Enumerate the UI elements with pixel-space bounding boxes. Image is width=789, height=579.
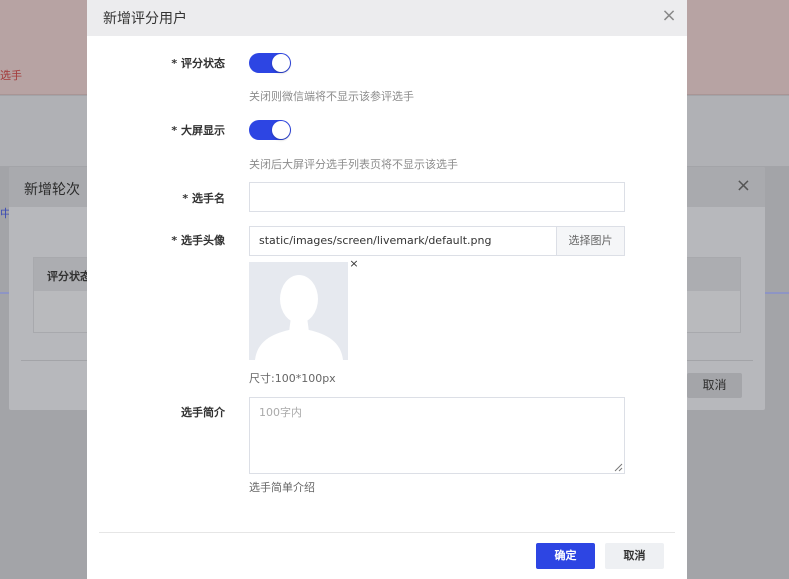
player-intro-hint: 选手简单介绍 [249,481,315,494]
player-name-label: * 选手名 [182,192,225,205]
player-name-input[interactable] [249,182,625,212]
footer-divider [99,532,675,533]
avatar-preview [249,262,348,360]
screen-display-label: * 大屏显示 [171,124,225,137]
avatar-path-input[interactable]: static/images/screen/livemark/default.pn… [249,226,557,256]
score-status-label: * 评分状态 [171,57,225,70]
switch-knob [272,121,290,139]
select-image-button[interactable]: 选择图片 [556,226,625,256]
background-dialog-title: 新增轮次 [24,182,80,198]
dialog-title: 新增评分用户 [103,11,187,27]
dialog-header: 新增评分用户 × [87,0,687,36]
avatar-size-hint: 尺寸:100*100px [249,372,336,385]
background-cancel-button: 取消 [687,373,742,398]
score-status-hint: 关闭则微信端将不显示该参评选手 [249,90,414,103]
switch-knob [272,54,290,72]
background-close-icon: × [735,175,751,196]
player-intro-textarea[interactable]: 100字内 [249,397,625,474]
screen-display-switch[interactable] [249,120,291,140]
screen-display-hint: 关闭后大屏评分选手列表页将不显示该选手 [249,158,458,171]
player-intro-label: 选手简介 [181,406,225,419]
add-score-user-dialog: 新增评分用户 × * 评分状态 关闭则微信端将不显示该参评选手 * 大屏显示 关… [87,0,687,579]
intro-placeholder: 100字内 [259,406,302,419]
confirm-button[interactable]: 确定 [536,543,595,569]
score-status-switch[interactable] [249,53,291,73]
background-table-header-label: 评分状态 [47,270,91,283]
close-icon[interactable]: × [661,5,677,27]
cancel-button[interactable]: 取消 [605,543,664,569]
background-band-text: 选手 [0,69,22,82]
remove-avatar-icon[interactable]: × [348,258,360,270]
default-avatar-icon [249,262,348,360]
player-avatar-label: * 选手头像 [171,234,225,247]
resize-grip-icon[interactable] [614,463,623,472]
